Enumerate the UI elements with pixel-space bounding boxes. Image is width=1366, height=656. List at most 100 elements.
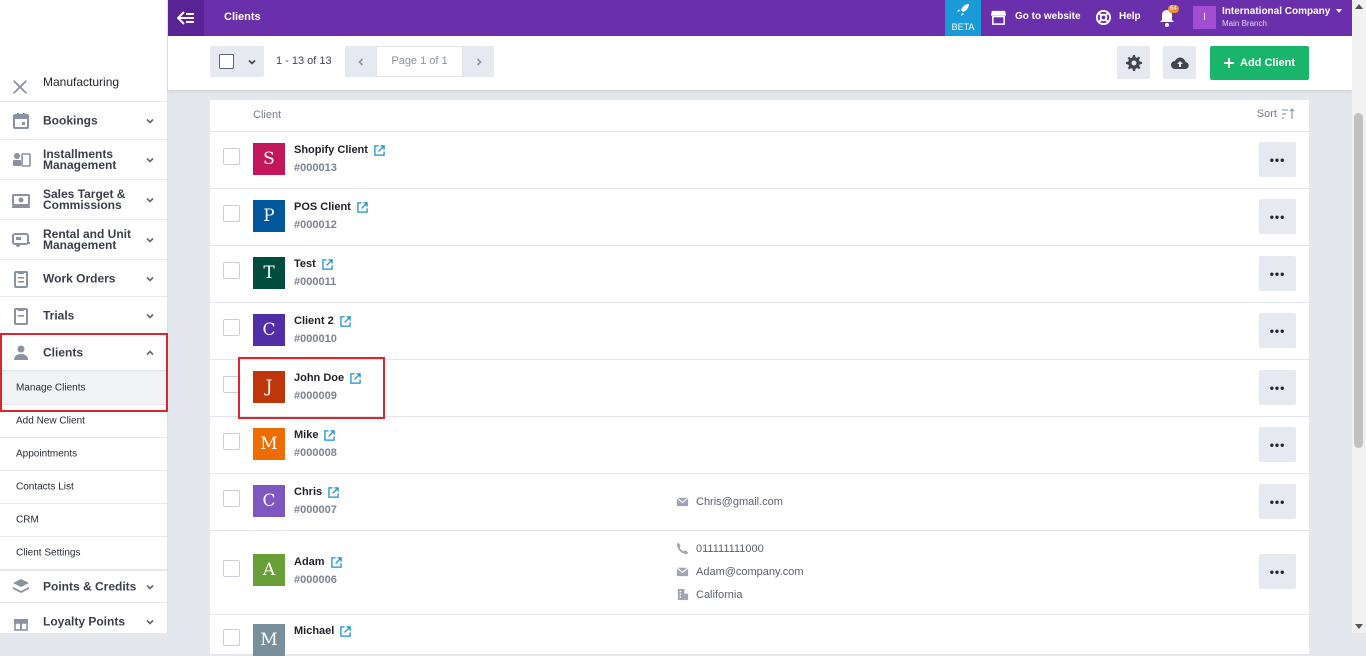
prev-page-button[interactable] — [345, 46, 376, 77]
row-actions-button[interactable]: ••• — [1259, 142, 1296, 177]
account-avatar[interactable]: I — [1193, 6, 1216, 29]
client-number: #000010 — [294, 333, 337, 345]
sidebar-subitem-manage-clients[interactable]: Manage Clients — [0, 372, 167, 405]
client-name-link[interactable]: Chris — [294, 486, 339, 498]
row-checkbox[interactable] — [223, 433, 240, 450]
sort-button[interactable]: Sort — [1257, 108, 1295, 120]
row-checkbox[interactable] — [223, 376, 240, 393]
sidebar-subitem-crm[interactable]: CRM — [0, 504, 167, 537]
table-header: Client Sort — [210, 100, 1309, 132]
sidebar-item-work-orders[interactable]: Work Orders — [0, 261, 167, 297]
client-name-link[interactable]: Mike — [294, 429, 336, 441]
import-button[interactable] — [1163, 46, 1196, 79]
external-link-icon[interactable] — [374, 144, 385, 156]
external-link-icon[interactable] — [357, 201, 368, 213]
go-to-website-link[interactable]: Go to website — [1015, 11, 1081, 22]
row-checkbox[interactable] — [223, 629, 240, 646]
client-number: #000008 — [294, 447, 337, 459]
sidebar-item-installments[interactable]: Installments Management — [0, 141, 167, 180]
sidebar-subitem-appointments[interactable]: Appointments — [0, 438, 167, 471]
sort-icon — [1282, 108, 1295, 119]
row-checkbox[interactable] — [223, 490, 240, 507]
sidebar-item-label: Bookings — [43, 113, 98, 128]
more-icon: ••• — [1269, 209, 1286, 224]
table-row[interactable]: C Chris #000007 Chris@gmail.com ••• — [210, 474, 1309, 531]
row-actions-button[interactable]: ••• — [1259, 199, 1296, 234]
avatar: J — [253, 371, 285, 403]
external-link-icon[interactable] — [340, 315, 351, 327]
client-name-link[interactable]: POS Client — [294, 201, 368, 213]
page-scrollbar[interactable] — [1352, 0, 1366, 633]
sidebar-item-rental[interactable]: Rental and Unit Management — [0, 221, 167, 260]
beta-label: BETA — [951, 22, 975, 32]
top-bar: Clients BETA Go to website Help 64 I Int… — [168, 0, 1352, 36]
row-checkbox[interactable] — [223, 205, 240, 222]
sidebar-item-points-credits[interactable]: Points & Credits — [0, 570, 167, 603]
select-all-checkbox[interactable] — [219, 54, 234, 69]
client-name-link[interactable]: Test — [294, 258, 333, 270]
table-row[interactable]: M Mike #000008 ••• — [210, 417, 1309, 474]
notifications-button[interactable]: 64 — [1158, 5, 1179, 32]
row-actions-button[interactable]: ••• — [1259, 484, 1296, 519]
scroll-up-arrow[interactable] — [1355, 4, 1363, 9]
sidebar-item-manufacturing[interactable]: Manufacturing — [0, 76, 167, 102]
sidebar-item-clients[interactable]: Clients — [0, 335, 167, 371]
next-page-button[interactable] — [463, 46, 494, 77]
row-checkbox[interactable] — [223, 560, 240, 577]
sidebar-item-label: Work Orders — [43, 271, 116, 285]
client-name-link[interactable]: Client 2 — [294, 315, 351, 327]
sidebar-item-bookings[interactable]: Bookings — [0, 103, 167, 140]
table-row[interactable]: C Client 2 #000010 ••• — [210, 303, 1309, 360]
more-icon: ••• — [1269, 380, 1286, 395]
scroll-thumb[interactable] — [1354, 113, 1363, 448]
sidebar-subitem-client-settings[interactable]: Client Settings — [0, 537, 167, 570]
sidebar-subitem-contacts-list[interactable]: Contacts List — [0, 471, 167, 504]
table-row[interactable]: M Michael — [210, 615, 1309, 656]
external-link-icon[interactable] — [324, 429, 336, 441]
table-row[interactable]: T Test #000011 ••• — [210, 246, 1309, 303]
client-name-link[interactable]: Michael — [294, 625, 352, 637]
client-name-link[interactable]: John Doe — [294, 372, 361, 384]
external-link-icon[interactable] — [322, 258, 333, 270]
client-number: #000006 — [294, 574, 337, 586]
sidebar-subitem-add-new-client[interactable]: Add New Client — [0, 405, 167, 438]
account-name[interactable]: International Company — [1222, 6, 1330, 17]
clipboard-icon — [14, 270, 28, 288]
page-input[interactable]: Page 1 of 1 — [376, 46, 463, 77]
row-checkbox[interactable] — [223, 319, 240, 336]
beta-button[interactable]: BETA — [945, 0, 981, 36]
sidebar-item-trials[interactable]: Trials — [0, 298, 167, 334]
table-row[interactable]: J John Doe #000009 ••• — [210, 360, 1309, 417]
sidebar-subitem-label: Client Settings — [16, 547, 81, 559]
row-actions-button[interactable]: ••• — [1259, 313, 1296, 348]
sort-label: Sort — [1256, 108, 1277, 120]
row-actions-button[interactable]: ••• — [1259, 554, 1296, 589]
row-actions-button[interactable]: ••• — [1259, 427, 1296, 462]
row-checkbox[interactable] — [223, 148, 240, 165]
collapse-sidebar-button[interactable] — [168, 0, 204, 36]
table-row[interactable]: S Shopify Client #000013 ••• — [210, 132, 1309, 189]
envelope-icon — [676, 497, 689, 507]
scroll-down-arrow[interactable] — [1355, 624, 1363, 629]
external-link-icon[interactable] — [340, 625, 352, 637]
row-checkbox[interactable] — [223, 262, 240, 279]
client-name-link[interactable]: Shopify Client — [294, 144, 385, 156]
sidebar-item-loyalty-points[interactable]: Loyalty Points — [0, 604, 167, 633]
client-address-text: California — [696, 588, 743, 601]
add-client-button[interactable]: Add Client — [1210, 46, 1309, 80]
row-actions-button[interactable]: ••• — [1259, 370, 1296, 405]
settings-button[interactable] — [1117, 46, 1150, 79]
external-link-icon[interactable] — [330, 556, 342, 568]
avatar: M — [253, 624, 285, 656]
sidebar-item-sales-target[interactable]: Sales Target & Commissions — [0, 181, 167, 220]
row-actions-button[interactable]: ••• — [1259, 256, 1296, 291]
table-row[interactable]: P POS Client #000012 ••• — [210, 189, 1309, 246]
caret-down-icon[interactable] — [1336, 9, 1342, 13]
client-name-link[interactable]: Adam — [294, 556, 342, 568]
external-link-icon[interactable] — [350, 372, 361, 384]
external-link-icon[interactable] — [328, 486, 339, 498]
sidebar-item-label: Points & Credits — [43, 579, 137, 593]
bulk-select-dropdown[interactable] — [210, 46, 264, 77]
table-row[interactable]: A Adam #000006 011111111000 Adam@company… — [210, 531, 1309, 615]
help-link[interactable]: Help — [1119, 11, 1141, 22]
